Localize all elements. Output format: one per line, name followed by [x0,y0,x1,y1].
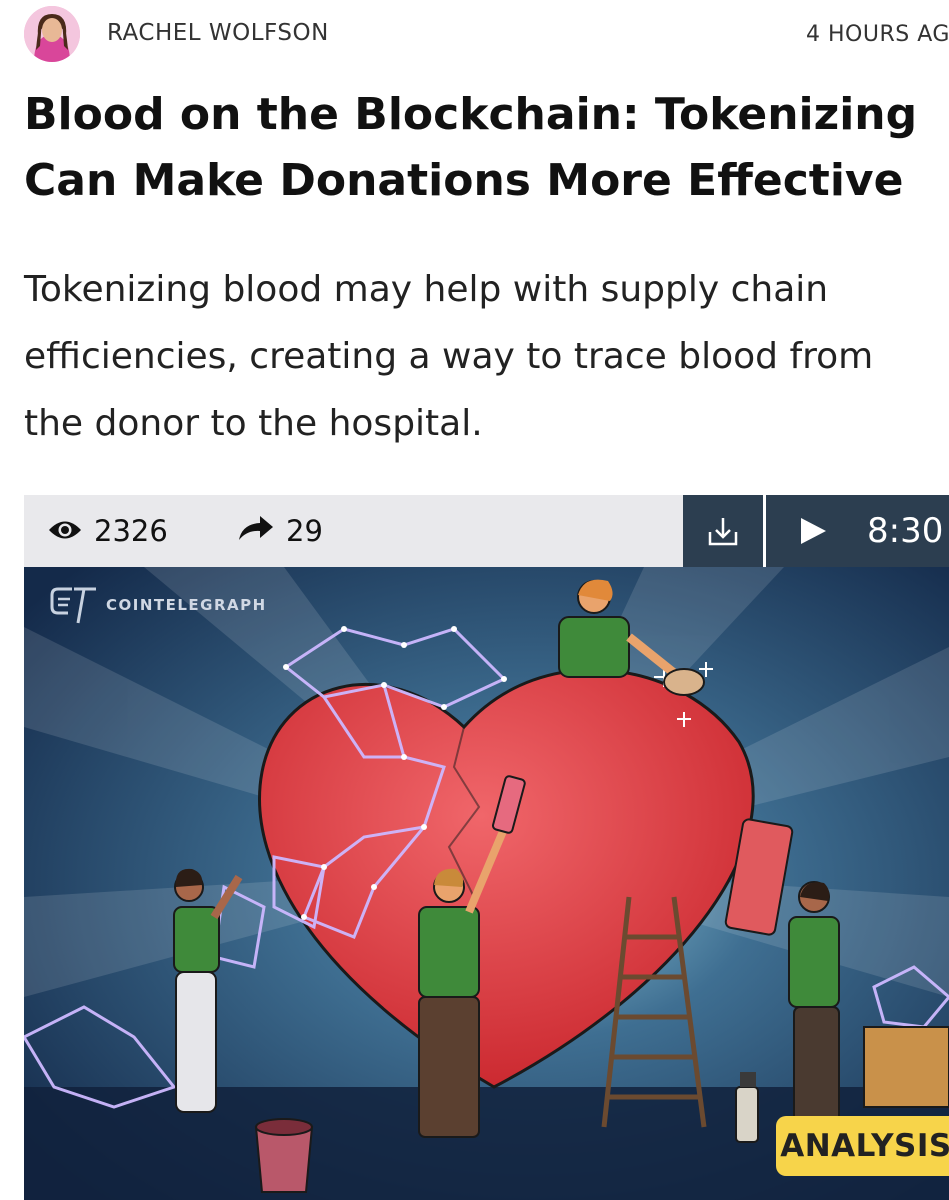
video-duration: 8:30 [867,511,944,551]
crate [863,1026,949,1108]
video-controls: 8:30 [683,495,949,567]
media-stats-bar: 2326 29 8:30 [24,495,949,567]
shares-count: 29 [286,514,323,548]
article-summary: Tokenizing blood may help with supply ch… [24,269,874,444]
hero-illustration [24,567,949,1200]
download-button[interactable] [683,495,766,567]
category-badge[interactable]: ANALYSIS [776,1116,949,1176]
hero-image[interactable]: COINTELEGRAPH ANALYSIS [24,567,949,1200]
shares-stat[interactable]: 29 [238,495,323,567]
paint-bucket [254,1118,314,1193]
author-avatar[interactable] [24,6,80,62]
views-stat: 2326 [48,495,168,567]
share-arrow-icon[interactable] [238,514,286,549]
author-row: RACHEL WOLFSON 4 HOURS AG [24,6,949,62]
author-name[interactable]: RACHEL WOLFSON [107,20,329,46]
cointelegraph-logo-icon [50,587,96,624]
download-icon [708,518,738,546]
play-icon [801,518,826,544]
play-button[interactable] [773,495,853,567]
timestamp: 4 HOURS AG [806,22,949,47]
brand-name: COINTELEGRAPH [106,596,267,614]
views-count: 2326 [94,514,168,548]
brand-watermark: COINTELEGRAPH [50,585,267,625]
eye-icon [48,514,94,548]
article-title[interactable]: Blood on the Blockchain: Tokenizing Can … [24,82,934,214]
